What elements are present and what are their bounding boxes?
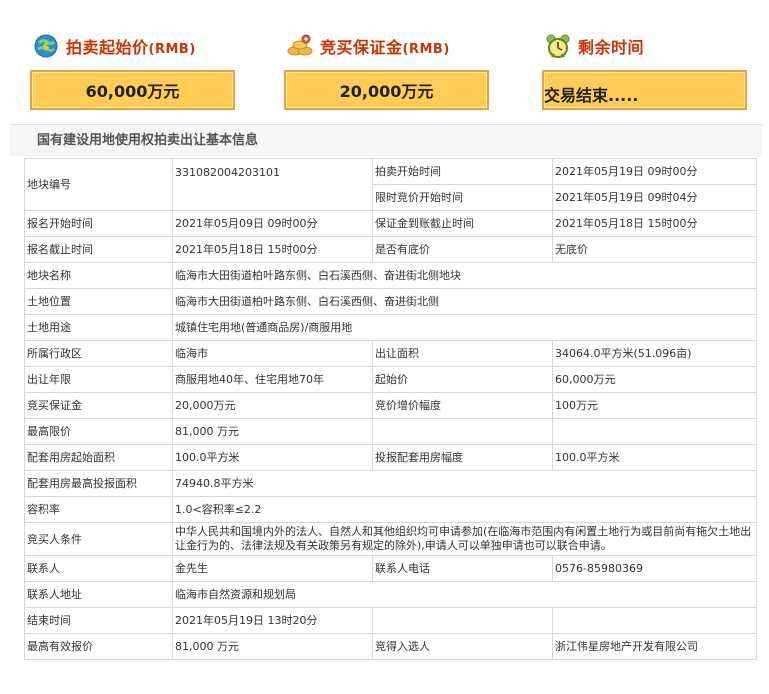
start-price-label: 拍卖起始价(RMB) — [66, 38, 196, 57]
contact-value: 金先生 — [172, 555, 373, 582]
table-row: 报名截止时间 2021年05月18日 15时00分 是否有底价 无底价 — [24, 236, 757, 263]
increment-value: 100万元 — [552, 392, 757, 419]
table-row: 出让年限 商服用地40年、住宅用地70年 起始价 60,000万元 — [24, 366, 757, 393]
phone-value: 0576-85980369 — [552, 555, 757, 582]
table-row: 结束时间 2021年05月19日 13时20分 — [24, 607, 757, 634]
money-globe-icon: $ — [32, 32, 60, 60]
housing-max-value: 74940.8平方米 — [172, 470, 757, 497]
end-time-label: 结束时间 — [24, 607, 173, 634]
table-row: 地块名称 临海市大田街道柏叶路东侧、白石溪西侧、奋进街北侧地块 — [24, 262, 757, 289]
housing-start-value: 100.0平方米 — [172, 444, 373, 471]
remaining-time-value: 交易结束..... — [542, 70, 747, 110]
housing-start-label: 配套用房起始面积 — [24, 444, 173, 471]
location-label: 土地位置 — [24, 288, 173, 315]
usage-label: 土地用途 — [24, 314, 173, 341]
table-row: 联系人 金先生 联系人电话 0576-85980369 — [24, 555, 757, 582]
phone-label: 联系人电话 — [372, 555, 553, 582]
table-row: 报名开始时间 2021年05月09日 09时00分 保证金到账截止时间 2021… — [24, 210, 757, 237]
auction-start-value: 2021年05月19日 09时00分 — [552, 158, 757, 185]
table-row: 最高限价 81,000 万元 — [24, 418, 757, 445]
empty-cell — [372, 418, 553, 445]
housing-max-label: 配套用房最高投报面积 — [24, 470, 173, 497]
table-row: 联系人地址 临海市自然资源和规划局 — [24, 581, 757, 608]
deposit-deadline-value: 2021年05月18日 15时00分 — [552, 210, 757, 237]
address-label: 联系人地址 — [24, 581, 173, 608]
empty-cell — [552, 607, 757, 634]
start-price-row-value: 60,000万元 — [552, 366, 757, 393]
address-value: 临海市自然资源和规划局 — [172, 581, 757, 608]
deposit-deadline-label: 保证金到账截止时间 — [372, 210, 553, 237]
auction-summary-panel: $ 拍卖起始价(RMB) 60,000万元 竞买保证金(RMB) 20,000万… — [10, 6, 762, 121]
far-label: 容积率 — [24, 496, 173, 523]
alarm-clock-icon — [544, 32, 572, 60]
end-time-value: 2021年05月19日 13时20分 — [172, 607, 373, 634]
table-row: 配套用房最高投报面积 74940.8平方米 — [24, 470, 757, 497]
usage-value: 城镇住宅用地(普通商品房)/商服用地 — [172, 314, 757, 341]
table-row: 容积率 1.0<容积率≤2.2 — [24, 496, 757, 523]
svg-text:$: $ — [43, 42, 50, 53]
best-bid-label: 最高有效报价 — [24, 633, 173, 660]
table-row: 地块编号 331082004203101 拍卖开始时间 2021年05月19日 … — [24, 158, 757, 211]
empty-cell — [372, 607, 553, 634]
coins-icon — [286, 32, 314, 60]
deposit-label: 竞买保证金(RMB) — [320, 38, 450, 57]
table-row: 竞买人条件 中华人民共和国境内外的法人、自然人和其他组织均可申请参加(在临海市范… — [24, 522, 757, 556]
reserve-value: 无底价 — [552, 236, 757, 263]
parcel-name-value: 临海市大田街道柏叶路东侧、白石溪西侧、奋进街北侧地块 — [172, 262, 757, 289]
winner-label: 竞得入选人 — [372, 633, 553, 660]
far-value: 1.0<容积率≤2.2 — [172, 496, 757, 523]
parcel-name-label: 地块名称 — [24, 262, 173, 289]
location-value: 临海市大田街道柏叶路东侧、白石溪西侧、奋进街北侧 — [172, 288, 757, 315]
empty-cell — [552, 418, 757, 445]
max-price-value: 81,000 万元 — [172, 418, 373, 445]
deposit-row-value: 20,000万元 — [172, 392, 373, 419]
reg-end-label: 报名截止时间 — [24, 236, 173, 263]
parcel-no-value: 331082004203101 — [172, 158, 373, 211]
deposit-stat: 竞买保证金(RMB) 20,000万元 — [284, 30, 489, 120]
auction-start-label: 拍卖开始时间 — [372, 158, 553, 185]
remaining-time-stat: 剩余时间 交易结束..... — [542, 30, 747, 120]
remaining-time-label: 剩余时间 — [578, 38, 645, 57]
area-label: 出让面积 — [372, 340, 553, 367]
winner-value: 浙江伟星房地产开发有限公司 — [552, 633, 757, 660]
start-price-stat: $ 拍卖起始价(RMB) 60,000万元 — [30, 30, 235, 120]
table-row: 土地位置 临海市大田街道柏叶路东侧、白石溪西侧、奋进街北侧 — [24, 288, 757, 315]
table-row: 所属行政区 临海市 出让面积 34064.0平方米(51.096亩) — [24, 340, 757, 367]
reg-start-label: 报名开始时间 — [24, 210, 173, 237]
district-label: 所属行政区 — [24, 340, 173, 367]
district-value: 临海市 — [172, 340, 373, 367]
land-info-table: 地块编号 331082004203101 拍卖开始时间 2021年05月19日 … — [24, 158, 757, 660]
term-label: 出让年限 — [24, 366, 173, 393]
table-row: 配套用房起始面积 100.0平方米 投报配套用房幅度 100.0平方米 — [24, 444, 757, 471]
deposit-value: 20,000万元 — [284, 70, 489, 110]
housing-step-value: 100.0平方米 — [552, 444, 757, 471]
reg-end-value: 2021年05月18日 15时00分 — [172, 236, 373, 263]
table-row: 土地用途 城镇住宅用地(普通商品房)/商服用地 — [24, 314, 757, 341]
contact-label: 联系人 — [24, 555, 173, 582]
table-row: 最高有效报价 81,000 万元 竞得入选人 浙江伟星房地产开发有限公司 — [24, 633, 757, 660]
max-price-label: 最高限价 — [24, 418, 173, 445]
timed-start-label: 限时竞价开始时间 — [372, 184, 553, 211]
start-price-row-label: 起始价 — [372, 366, 553, 393]
requirements-label: 竞买人条件 — [24, 522, 173, 556]
term-value: 商服用地40年、住宅用地70年 — [172, 366, 373, 393]
parcel-no-label: 地块编号 — [24, 158, 173, 211]
housing-step-label: 投报配套用房幅度 — [372, 444, 553, 471]
timed-start-value: 2021年05月19日 09时04分 — [552, 184, 757, 211]
reg-start-value: 2021年05月09日 09时00分 — [172, 210, 373, 237]
start-price-value: 60,000万元 — [30, 70, 235, 110]
deposit-row-label: 竞买保证金 — [24, 392, 173, 419]
table-row: 竞买保证金 20,000万元 竞价增价幅度 100万元 — [24, 392, 757, 419]
increment-label: 竞价增价幅度 — [372, 392, 553, 419]
best-bid-value: 81,000 万元 — [172, 633, 373, 660]
area-value: 34064.0平方米(51.096亩) — [552, 340, 757, 367]
reserve-label: 是否有底价 — [372, 236, 553, 263]
requirements-value: 中华人民共和国境内外的法人、自然人和其他组织均可申请参加(在临海市范围内有闲置土… — [172, 522, 757, 556]
section-title: 国有建设用地使用权拍卖出让基本信息 — [10, 124, 762, 156]
